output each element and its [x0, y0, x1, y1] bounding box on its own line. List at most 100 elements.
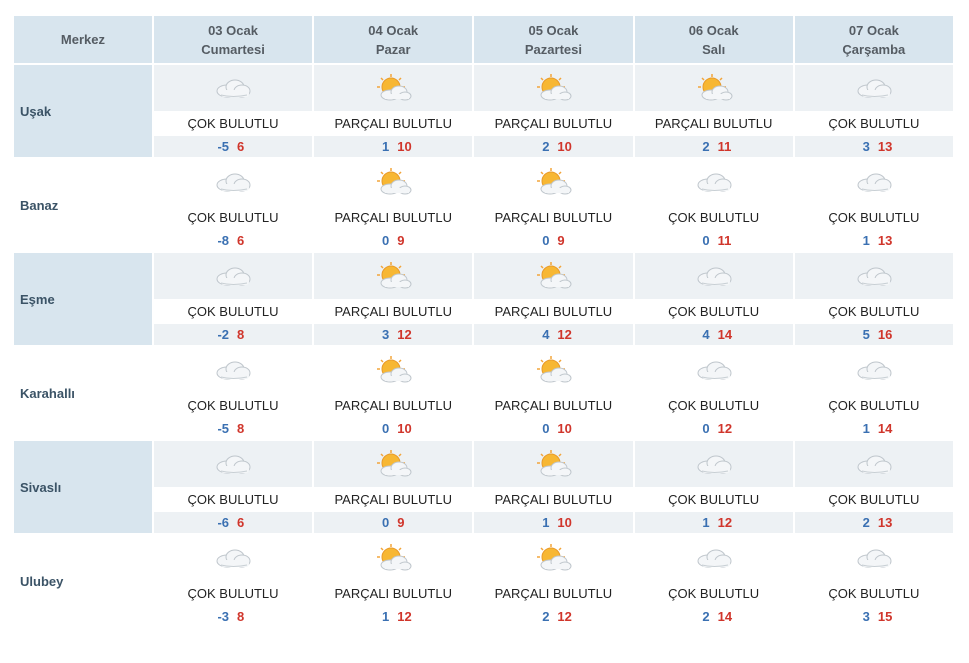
cloudy-icon [795, 264, 953, 288]
weather-description: ÇOK BULUTLU [187, 116, 279, 131]
weather-icon-cell [634, 441, 793, 487]
weather-icon-cell [314, 441, 473, 487]
weather-icon-cell [314, 347, 472, 393]
weather-description: ÇOK BULUTLU [187, 586, 279, 601]
cloudy-icon [635, 264, 793, 288]
temperature-cell: 2 12 [474, 606, 632, 627]
temperature-cell: -5 8 [154, 418, 312, 439]
weather-description: PARÇALI BULUTLU [654, 116, 773, 131]
temperature-cell: 4 12 [474, 324, 633, 345]
forecast-table: Merkez 03 Ocak Cumartesi 04 Ocak Pazar 05 … [12, 14, 955, 629]
weather-description: PARÇALI BULUTLU [334, 304, 452, 319]
min-temp: 1 [702, 515, 710, 530]
cloudy-icon [154, 170, 312, 194]
weather-icon-cell [153, 441, 313, 487]
weather-description: ÇOK BULUTLU [668, 492, 760, 507]
min-temp: 2 [542, 609, 550, 624]
forecast-row-temps: -3 8 1 12 2 12 2 14 3 15 [14, 606, 953, 627]
cloudy-icon [635, 546, 793, 570]
header-day-5: 07 Ocak Çarşamba [794, 16, 953, 63]
min-temp: -5 [217, 139, 230, 154]
temperature-cell: 1 13 [795, 230, 953, 251]
partly-cloudy-icon [314, 449, 472, 479]
max-temp: 6 [237, 139, 245, 154]
weather-icon-cell [154, 159, 312, 205]
temperature-cell: 3 15 [795, 606, 953, 627]
cloudy-icon [795, 546, 953, 570]
min-temp: -2 [217, 327, 230, 342]
temperature-cell: 3 12 [314, 324, 473, 345]
temperature-cell: 1 10 [314, 136, 473, 157]
max-temp: 12 [397, 327, 412, 342]
weather-description: ÇOK BULUTLU [187, 210, 279, 225]
temperature-cell: 5 16 [794, 324, 953, 345]
weather-description: ÇOK BULUTLU [668, 210, 760, 225]
max-temp: 13 [877, 139, 893, 154]
min-temp: 0 [702, 233, 710, 248]
weather-description: ÇOK BULUTLU [828, 304, 920, 319]
max-temp: 8 [237, 609, 245, 624]
header-date: 07 Ocak [848, 22, 899, 38]
max-temp: 6 [237, 233, 245, 248]
weather-icon-cell [314, 159, 472, 205]
forecast-row-desc: ÇOK BULUTLU PARÇALI BULUTLU PARÇALI BULUTL… [14, 583, 953, 604]
min-temp: 2 [702, 609, 710, 624]
temperature-cell: -8 6 [154, 230, 312, 251]
temperature-cell: 0 11 [635, 230, 793, 251]
min-temp: 0 [381, 233, 390, 248]
weather-description: ÇOK BULUTLU [668, 586, 760, 601]
weather-icon-cell [794, 441, 953, 487]
max-temp: 6 [237, 515, 245, 530]
min-temp: -3 [217, 609, 230, 624]
temperature-cell: 2 10 [474, 136, 633, 157]
partly-cloudy-icon [474, 261, 632, 291]
cloudy-icon [795, 76, 953, 100]
max-temp: 13 [877, 233, 893, 248]
weather-description: ÇOK BULUTLU [668, 304, 760, 319]
min-temp: 4 [542, 327, 550, 342]
city-name[interactable]: Eşme [14, 253, 152, 345]
city-name[interactable]: Ulubey [14, 535, 152, 627]
min-temp: 0 [381, 515, 390, 530]
forecast-row-icons: Sivaslı [14, 441, 953, 533]
cloudy-icon [154, 452, 312, 476]
max-temp: 8 [237, 421, 245, 436]
header-date: 05 Ocak [528, 22, 579, 38]
city-name[interactable]: Sivaslı [14, 441, 152, 533]
partly-cloudy-icon [314, 167, 472, 197]
weather-description: ÇOK BULUTLU [828, 586, 920, 601]
header-weekday: Pazartesi [524, 41, 582, 57]
weather-description: PARÇALI BULUTLU [334, 492, 452, 507]
max-temp: 9 [397, 515, 405, 530]
max-temp: 9 [397, 233, 405, 248]
partly-cloudy-icon [474, 449, 632, 479]
weather-icon-cell [635, 159, 793, 205]
max-temp: 10 [557, 515, 572, 530]
weather-icon-cell [314, 65, 473, 111]
max-temp: 9 [557, 233, 565, 248]
city-name[interactable]: Banaz [14, 159, 152, 251]
max-temp: 10 [397, 421, 412, 436]
weather-description: ÇOK BULUTLU [187, 492, 279, 507]
max-temp: 10 [557, 421, 572, 436]
weather-description: ÇOK BULUTLU [187, 398, 279, 413]
cloudy-icon [795, 170, 953, 194]
weather-icon-cell [474, 65, 633, 111]
city-name[interactable]: Uşak [14, 65, 152, 157]
partly-cloudy-icon [474, 167, 632, 197]
weather-icon-cell [474, 159, 632, 205]
city-name[interactable]: Karahallı [14, 347, 152, 439]
header-date: 06 Ocak [688, 22, 739, 38]
temperature-cell: -3 8 [154, 606, 312, 627]
weather-icon-cell [153, 65, 313, 111]
cloudy-icon [154, 264, 312, 288]
min-temp: 3 [381, 327, 390, 342]
forecast-row-desc: ÇOK BULUTLU PARÇALI BULUTLU PARÇALI BULUTL… [14, 301, 953, 322]
temperature-cell: 1 12 [314, 606, 472, 627]
temperature-cell: -2 8 [153, 324, 313, 345]
header-day-3: 05 Ocak Pazartesi [474, 16, 633, 63]
weather-icon-cell [634, 65, 793, 111]
weather-icon-cell [794, 65, 953, 111]
max-temp: 12 [717, 515, 733, 530]
weather-icon-cell [314, 535, 472, 581]
